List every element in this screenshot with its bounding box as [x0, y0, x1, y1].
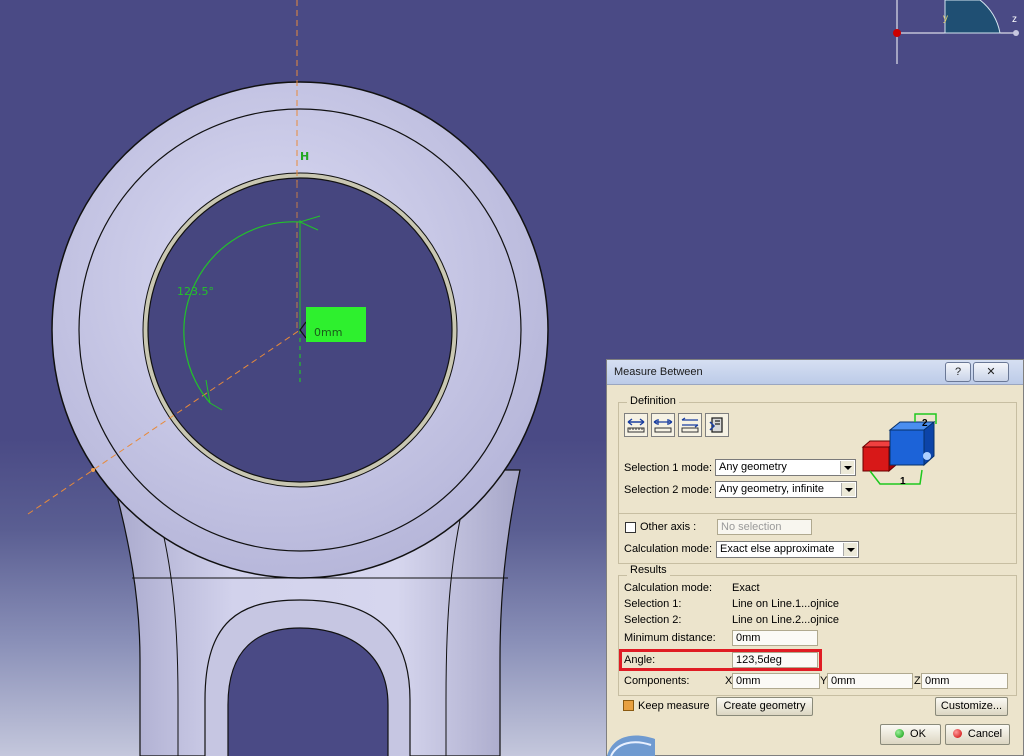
- component-z-field[interactable]: 0mm: [921, 673, 1008, 689]
- other-axis-label: Other axis :: [640, 521, 697, 533]
- result-selection2-label: Selection 2:: [624, 614, 682, 626]
- chevron-down-icon[interactable]: [840, 461, 854, 474]
- chevron-down-icon[interactable]: [841, 483, 855, 496]
- angle-field[interactable]: 123,5deg: [732, 652, 818, 668]
- other-axis-checkbox[interactable]: [625, 522, 636, 533]
- preview-image: 2 1: [861, 413, 937, 487]
- other-axis-field[interactable]: No selection: [717, 519, 812, 535]
- distance-annotation: 0mm: [314, 326, 342, 339]
- selection2-mode-value: Any geometry, infinite: [719, 483, 824, 495]
- component-z-label: Z: [914, 675, 921, 687]
- ok-label: OK: [910, 728, 926, 740]
- selection1-mode-select[interactable]: Any geometry: [715, 459, 856, 476]
- component-y-field[interactable]: 0mm: [827, 673, 913, 689]
- components-label: Components:: [624, 675, 690, 687]
- ok-icon: [895, 729, 905, 738]
- dialog-title: Measure Between: [614, 366, 703, 378]
- chevron-down-icon[interactable]: [843, 543, 857, 556]
- angle-label: Angle:: [624, 654, 656, 666]
- result-selection2-value: Line on Line.2...ojnice: [732, 614, 840, 626]
- measure-fan-tool[interactable]: [678, 413, 702, 437]
- definition-divider: [618, 513, 1016, 514]
- minimum-distance-label: Minimum distance:: [624, 632, 716, 644]
- angle-annotation: 123.5°: [177, 285, 214, 298]
- result-calc-mode-label: Calculation mode:: [624, 582, 713, 594]
- ok-button[interactable]: OK: [880, 724, 941, 745]
- catia-logo-icon: [607, 735, 655, 756]
- keep-measure-label: Keep measure: [638, 700, 710, 712]
- keep-measure-checkbox[interactable]: [623, 700, 634, 711]
- customize-button[interactable]: Customize...: [935, 697, 1008, 716]
- cancel-button[interactable]: Cancel: [945, 724, 1010, 745]
- calculation-mode-label: Calculation mode:: [624, 543, 713, 555]
- calculation-mode-select[interactable]: Exact else approximate: [716, 541, 859, 558]
- compass-z-label: z: [1012, 14, 1017, 25]
- result-selection1-label: Selection 1:: [624, 598, 682, 610]
- cancel-label: Cancel: [967, 728, 1003, 740]
- component-x-field[interactable]: 0mm: [732, 673, 820, 689]
- dialog-titlebar[interactable]: Measure Between ? ✕: [607, 360, 1023, 385]
- definition-legend: Definition: [627, 395, 679, 407]
- measure-item-tool[interactable]: [705, 413, 729, 437]
- result-selection1-value: Line on Line.1...ojnice: [732, 598, 840, 610]
- compass-y-label: y: [943, 13, 948, 24]
- preview-label-1: 1: [900, 476, 906, 487]
- selection1-mode-value: Any geometry: [719, 461, 787, 473]
- selection2-mode-label: Selection 2 mode:: [624, 484, 713, 496]
- minimum-distance-field[interactable]: 0mm: [732, 630, 818, 646]
- plane-label: H: [300, 150, 309, 163]
- result-calc-mode-value: Exact: [732, 582, 760, 594]
- measure-between-tool[interactable]: [624, 413, 648, 437]
- cancel-icon: [952, 729, 962, 738]
- compass-icon[interactable]: y z: [893, 0, 1019, 64]
- selection2-mode-select[interactable]: Any geometry, infinite: [715, 481, 857, 498]
- close-button[interactable]: ✕: [973, 362, 1009, 382]
- preview-label-2: 2: [922, 418, 928, 429]
- help-button[interactable]: ?: [945, 362, 971, 382]
- selection1-mode-label: Selection 1 mode:: [624, 462, 713, 474]
- create-geometry-button[interactable]: Create geometry: [716, 697, 813, 716]
- results-legend: Results: [627, 564, 670, 576]
- measure-chain-tool[interactable]: [651, 413, 675, 437]
- calculation-mode-value: Exact else approximate: [720, 543, 835, 555]
